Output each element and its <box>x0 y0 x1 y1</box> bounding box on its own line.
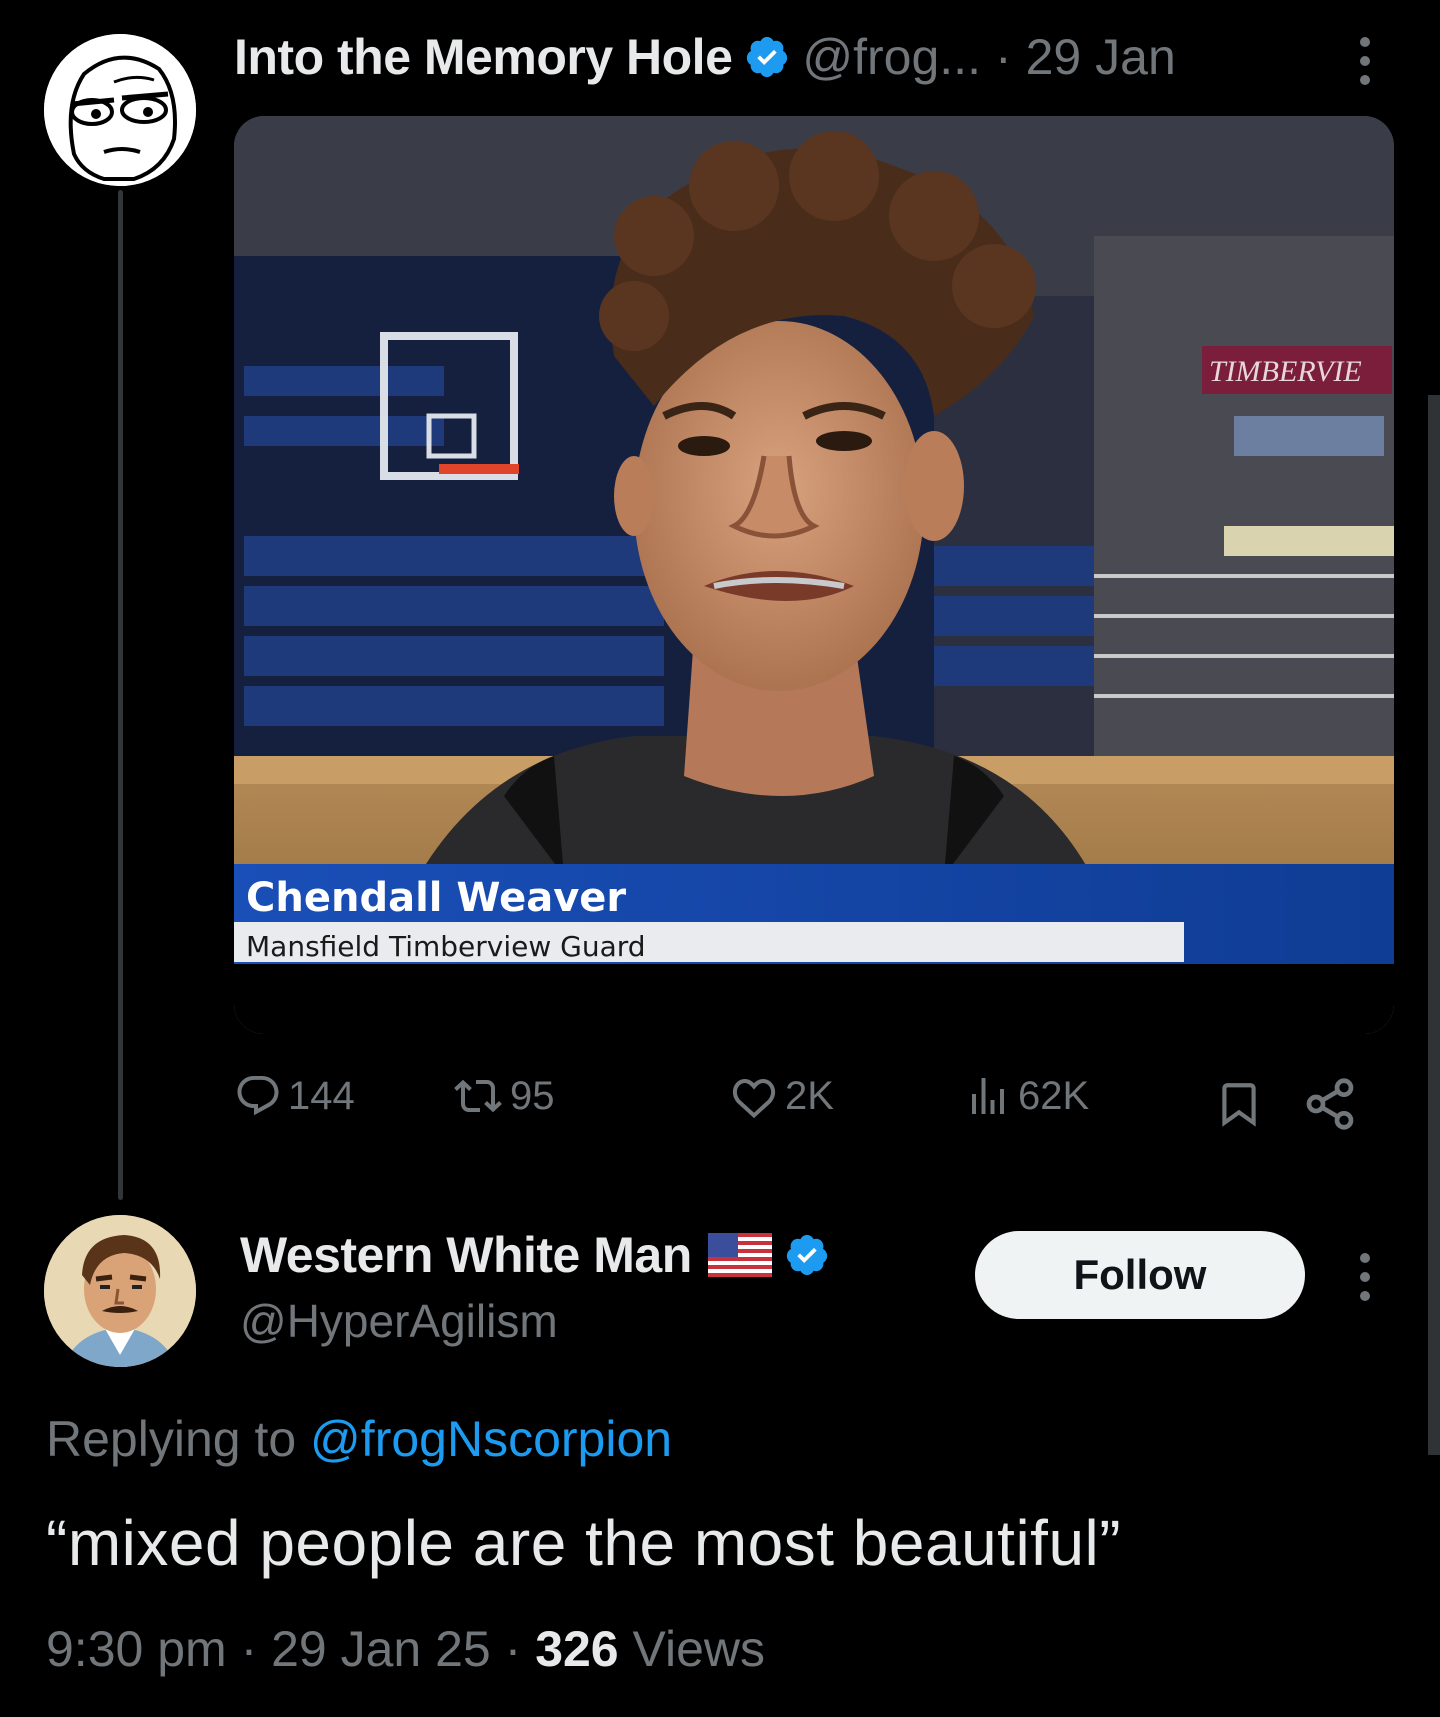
lower-third-title: Mansfield Timberview Guard <box>246 930 646 963</box>
author-handle[interactable]: @frog... <box>802 28 981 86</box>
tweet-views-count: 326 <box>535 1621 619 1677</box>
views-icon <box>972 1078 1004 1114</box>
thread-connector-line <box>118 190 123 1200</box>
verified-badge-icon <box>747 36 788 78</box>
tweet-full-date[interactable]: 29 Jan 25 <box>271 1621 491 1677</box>
cartoon-man-avatar-icon <box>44 1215 196 1367</box>
like-icon <box>732 1078 776 1119</box>
tweet-media-image[interactable]: TIMBERVIE Chendall Weaver Mansfield Timb… <box>234 116 1394 1034</box>
tweet-action-bar: 144 95 2K 62K <box>234 1072 1374 1136</box>
author-display-name[interactable]: Into the Memory Hole <box>234 28 733 86</box>
replying-to-link[interactable]: @frogNscorpion <box>310 1411 672 1467</box>
tweet-views-label: Views <box>618 1621 765 1677</box>
repost-count: 95 <box>510 1073 555 1118</box>
share-icon[interactable] <box>1302 1076 1358 1132</box>
reply-author-avatar[interactable] <box>44 1215 196 1367</box>
views-count: 62K <box>1018 1073 1090 1118</box>
repost-icon <box>454 1079 502 1113</box>
tweet-time[interactable]: 9:30 pm <box>46 1621 227 1677</box>
reply-tweet-text: “mixed people are the most beautiful” <box>46 1507 1122 1579</box>
reply-icon <box>237 1076 279 1116</box>
bookmark-icon[interactable] <box>1214 1078 1264 1130</box>
more-options-icon[interactable] <box>1350 1250 1380 1304</box>
meme-face-icon <box>44 34 196 186</box>
scrollbar[interactable] <box>1428 395 1440 1455</box>
broadcast-still-image: TIMBERVIE Chendall Weaver Mansfield Timb… <box>234 116 1394 1034</box>
more-options-icon[interactable] <box>1350 34 1380 88</box>
replying-to-line: Replying to @frogNscorpion <box>46 1410 672 1468</box>
us-flag-icon <box>707 1233 772 1277</box>
follow-button[interactable]: Follow <box>975 1231 1305 1319</box>
views-button[interactable]: 62K <box>964 1072 1089 1120</box>
tweet-metadata: 9:30 pm · 29 Jan 25 · 326 Views <box>46 1620 765 1678</box>
verified-badge-icon <box>786 1234 827 1276</box>
reply-tweet-header: Western White Man <box>240 1226 842 1284</box>
meta-separator: · <box>226 1621 272 1677</box>
replying-to-prefix: Replying to <box>46 1411 311 1467</box>
header-separator: · <box>994 29 1012 85</box>
meta-separator: · <box>490 1621 536 1677</box>
banner-text: TIMBERVIE <box>1209 355 1362 388</box>
reply-author-handle[interactable]: @HyperAgilism <box>240 1294 558 1348</box>
parent-tweet-header: Into the Memory Hole @frog... · 29 Jan <box>234 22 1176 92</box>
author-avatar[interactable] <box>44 34 196 186</box>
reply-author-display-name[interactable]: Western White Man <box>240 1226 692 1284</box>
reply-count: 144 <box>288 1073 355 1118</box>
tweet-date[interactable]: 29 Jan <box>1026 28 1176 86</box>
like-count: 2K <box>785 1073 834 1118</box>
repost-button[interactable]: 95 <box>452 1072 555 1120</box>
lower-third-name: Chendall Weaver <box>246 875 626 921</box>
reply-button[interactable]: 144 <box>234 1072 355 1120</box>
like-button[interactable]: 2K <box>729 1072 834 1120</box>
